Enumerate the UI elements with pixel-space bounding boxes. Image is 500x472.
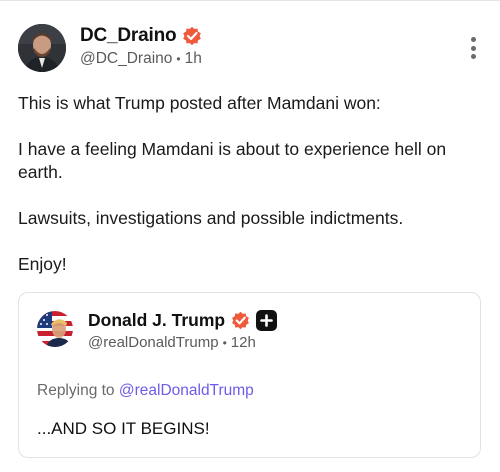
vertical-ellipsis-dot [470, 54, 476, 59]
post-paragraph: Lawsuits, investigations and possible in… [18, 208, 404, 228]
separator-dot: • [176, 52, 181, 66]
replying-to-line: Replying to @realDonaldTrump [37, 382, 254, 400]
plus-badge-icon [256, 309, 278, 331]
verified-badge-icon [230, 310, 251, 331]
top-divider [0, 0, 500, 4]
quoted-post-header: Donald J. Trump @realDonaldTrump • 12h [37, 309, 278, 351]
author-meta: @DC_Draino • 1h [80, 50, 203, 68]
post-header: DC_Draino @DC_Draino • 1h [18, 24, 488, 72]
quoted-post-card[interactable]: Donald J. Trump @realDonaldTrump • 12h R… [18, 292, 481, 458]
replying-to-link[interactable]: @realDonaldTrump [119, 382, 254, 399]
quoted-post-time: 12h [230, 334, 256, 351]
quoted-author-display-name[interactable]: Donald J. Trump [88, 310, 225, 331]
author-info: DC_Draino @DC_Draino • 1h [80, 25, 203, 68]
separator-dot: • [222, 335, 227, 350]
verified-badge-icon [181, 25, 203, 47]
quoted-author-info: Donald J. Trump @realDonaldTrump • 12h [88, 309, 278, 351]
vertical-ellipsis-icon [470, 37, 476, 42]
post-paragraph: Enjoy! [18, 254, 67, 274]
quoted-author-meta: @realDonaldTrump • 12h [88, 334, 277, 351]
author-display-name[interactable]: DC_Draino [80, 25, 177, 47]
vertical-ellipsis-dot [470, 45, 476, 51]
post-paragraph: I have a feeling Mamdani is about to exp… [18, 139, 447, 182]
post-paragraph: This is what Trump posted after Mamdani … [18, 93, 381, 113]
more-options-button[interactable] [468, 37, 478, 59]
post-time: 1h [184, 50, 202, 67]
author-avatar[interactable] [18, 24, 66, 72]
author-handle[interactable]: @DC_Draino [80, 50, 172, 68]
quoted-author-avatar[interactable] [37, 311, 73, 347]
quoted-post-text: ...AND SO IT BEGINS! [37, 419, 210, 438]
replying-to-prefix: Replying to [37, 382, 115, 399]
post-body: This is what Trump posted after Mamdani … [18, 92, 483, 299]
quoted-author-handle[interactable]: @realDonaldTrump [88, 334, 219, 351]
